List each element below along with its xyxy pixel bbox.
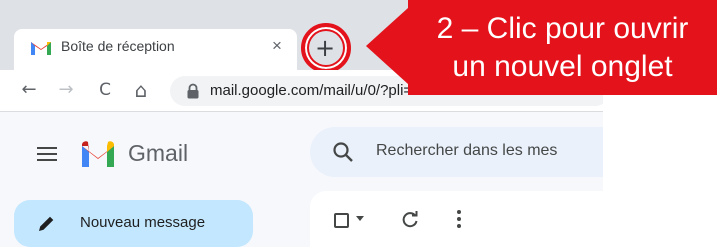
select-all-checkbox[interactable] — [334, 213, 349, 228]
gmail-content: Gmail Rechercher dans les mes Nouveau me… — [0, 112, 603, 247]
gmail-favicon-icon — [31, 42, 51, 55]
gmail-logo-icon — [82, 141, 114, 167]
pencil-icon — [39, 216, 54, 231]
search-placeholder: Rechercher dans les mes — [376, 142, 558, 159]
tab-title: Boîte de réception — [61, 38, 175, 54]
compose-button[interactable]: Nouveau message — [14, 200, 253, 247]
reload-icon[interactable]: C — [94, 79, 116, 101]
gmail-wordmark: Gmail — [128, 140, 189, 166]
back-arrow-icon[interactable]: ← — [18, 79, 40, 101]
callout-text: 2 – Clic pour ouvrir un nouvel onglet — [408, 10, 717, 86]
home-icon[interactable]: ⌂ — [130, 79, 152, 101]
compose-label: Nouveau message — [80, 214, 206, 231]
callout-line-1: 2 – Clic pour ouvrir — [436, 12, 689, 45]
highlight-circle — [301, 23, 351, 73]
annotation-callout: 2 – Clic pour ouvrir un nouvel onglet — [366, 0, 717, 95]
select-dropdown-icon[interactable] — [356, 216, 364, 221]
search-icon[interactable] — [332, 141, 354, 163]
lock-icon — [187, 83, 199, 99]
tab-close-icon[interactable]: × — [272, 37, 282, 55]
callout-line-2: un nouvel onglet — [452, 50, 673, 83]
forward-arrow-icon[interactable]: → — [55, 79, 77, 101]
mail-search-bar[interactable]: Rechercher dans les mes — [310, 127, 603, 177]
more-options-icon[interactable] — [456, 209, 462, 229]
hamburger-menu-icon[interactable] — [37, 147, 57, 161]
mail-list-toolbar — [310, 191, 603, 247]
refresh-icon[interactable] — [400, 210, 420, 230]
tab-inbox[interactable]: Boîte de réception × — [14, 29, 297, 70]
